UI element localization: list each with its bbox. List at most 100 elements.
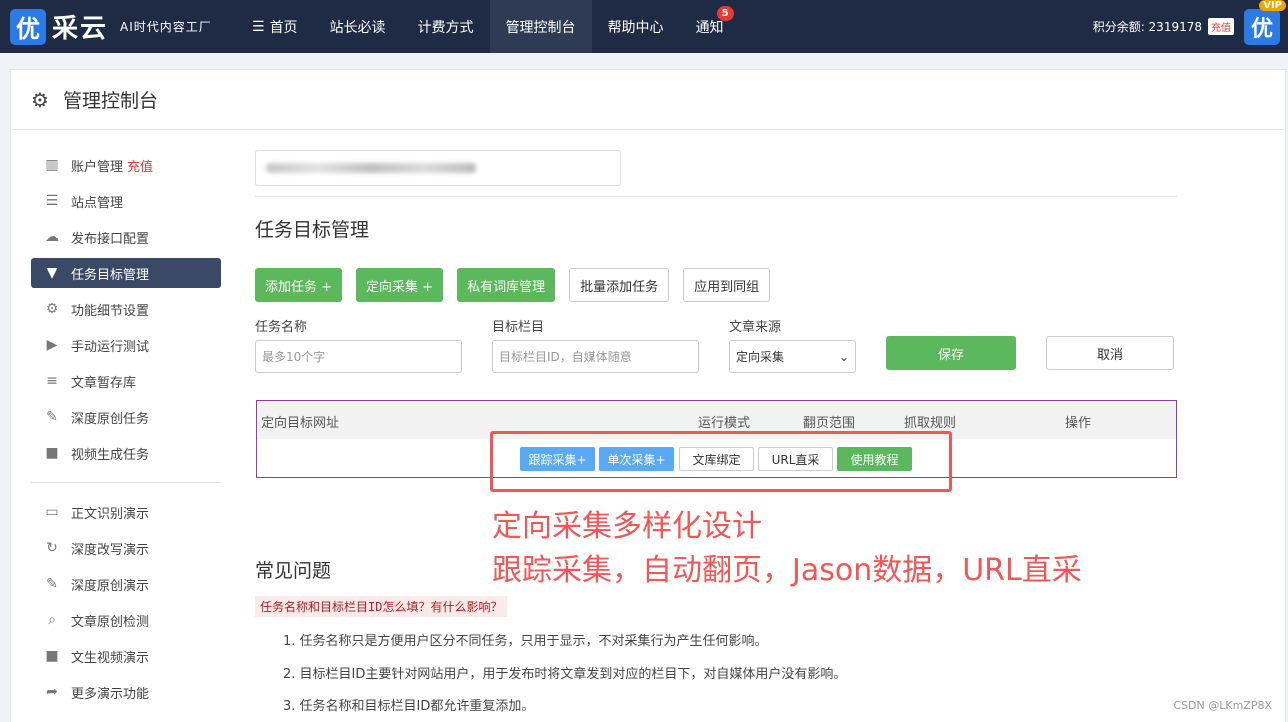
directed-collect-button[interactable]: 定向采集 + (356, 268, 444, 302)
sidebar-item-label: 文生视频演示 (71, 650, 150, 666)
col-header-actions: 操作 (1065, 416, 1092, 431)
sidebar-item-text-to-video-demo[interactable]: ■ 文生视频演示 (31, 641, 221, 671)
sidebar-divider (31, 482, 221, 483)
recharge-link[interactable]: 充值 (1208, 18, 1234, 35)
panel-header: ⚙ 管理控制台 (11, 70, 1285, 130)
sidebar-item-label: 深度原创任务 (71, 411, 150, 427)
sidebar-item-feature-settings[interactable]: ⚙ 功能细节设置 (31, 294, 221, 324)
cancel-button[interactable]: 取消 (1046, 336, 1174, 370)
server-icon: ☰ (45, 193, 59, 209)
monitor-icon: ▭ (45, 504, 59, 520)
main-panel: ⚙ 管理控制台 ▥ 账户管理 充值 ☰ 站点管理 ☁ 发布接口配置 ▼ 任务目标… (10, 69, 1286, 722)
nav-console-label: 管理控制台 (505, 19, 576, 36)
add-task-button[interactable]: 添加任务 + (255, 268, 343, 302)
nav-home-label: 首页 (269, 19, 298, 36)
play-icon: ▶ (46, 337, 58, 353)
nav-help[interactable]: 帮助中心 (592, 0, 680, 53)
gears-icon: ⚙ (45, 301, 59, 317)
apply-group-button[interactable]: 应用到同组 (683, 268, 771, 302)
annotation-highlight-box (490, 431, 952, 492)
sidebar: ▥ 账户管理 充值 ☰ 站点管理 ☁ 发布接口配置 ▼ 任务目标管理 ⚙ 功能细… (31, 150, 221, 713)
page-title: 管理控制台 (62, 90, 158, 112)
sidebar-item-label: 正文识别演示 (71, 506, 150, 522)
nav-must-read-label: 站长必读 (329, 19, 386, 36)
gear-icon: ⚙ (31, 87, 49, 112)
nav-home[interactable]: ☰ 首页 (236, 0, 314, 53)
chevron-down-icon: ⌄ (838, 349, 849, 364)
sidebar-item-label: 深度原创演示 (71, 578, 150, 594)
edit-icon: ✎ (46, 409, 58, 425)
watermark: CSDN @LKmZP8X (1173, 699, 1272, 712)
sidebar-item-label: 账户管理 (71, 159, 124, 175)
sidebar-item-label: 文章暂存库 (71, 375, 137, 391)
sidebar-item-publish-api[interactable]: ☁ 发布接口配置 (31, 222, 221, 252)
col-header-pages: 翻页范围 (803, 416, 856, 431)
source-select-value: 定向采集 (736, 350, 785, 364)
share-icon: ➦ (46, 684, 58, 700)
sidebar-item-label: 手动运行测试 (71, 339, 150, 355)
faq-answer-1: 1. 任务名称只是方便用户区分不同任务，只用于显示，不对采集行为产生任何影响。 (283, 634, 768, 649)
sidebar-item-manual-test[interactable]: ▶ 手动运行测试 (31, 330, 221, 360)
faq-title: 常见问题 (255, 560, 332, 582)
sidebar-item-video-task[interactable]: ■ 视频生成任务 (31, 438, 221, 468)
column-id-input[interactable]: 目标栏目ID，自媒体随意 (492, 340, 699, 373)
content-area: 任务目标管理 添加任务 + 定向采集 + 私有词库管理 批量添加任务 应用到同组… (255, 150, 1177, 478)
sidebar-item-text-detect-demo[interactable]: ▭ 正文识别演示 (31, 497, 221, 527)
sidebar-item-label: 深度改写演示 (71, 542, 150, 558)
nav-console[interactable]: 管理控制台 (489, 0, 592, 53)
logo[interactable]: 优 采云 AI时代内容工厂 (0, 0, 236, 53)
annotation-line-1: 定向采集多样化设计 (492, 509, 762, 544)
nav-must-read[interactable]: 站长必读 (314, 0, 402, 53)
batch-add-button[interactable]: 批量添加任务 (569, 268, 670, 302)
source-label: 文章来源 (729, 320, 782, 335)
source-group: 文章来源 定向采集 ⌄ (729, 316, 856, 373)
nav-pricing-label: 计费方式 (417, 19, 474, 36)
col-header-url: 定向目标网址 (261, 416, 340, 431)
save-button[interactable]: 保存 (886, 336, 1016, 370)
sidebar-item-original-task[interactable]: ✎ 深度原创任务 (31, 402, 221, 432)
sidebar-item-label: 功能细节设置 (71, 303, 150, 319)
nav-notice[interactable]: 通知 5 (680, 0, 740, 53)
video-icon: ■ (45, 445, 59, 461)
sidebar-item-account[interactable]: ▥ 账户管理 充值 (31, 150, 221, 180)
filter-icon: ▼ (46, 265, 58, 281)
menu-icon: ☰ (252, 18, 265, 35)
faq-answer-2: 2. 目标栏目ID主要针对网站用户，用于发布时将文章发到对应的栏目下，对自媒体用… (283, 667, 847, 682)
refresh-icon: ↻ (46, 540, 58, 556)
task-name-group: 任务名称 最多10个字 (255, 316, 462, 373)
sidebar-item-sites[interactable]: ☰ 站点管理 (31, 186, 221, 216)
logo-subtitle: AI时代内容工厂 (120, 20, 212, 34)
sidebar-item-originality-check[interactable]: ⌕ 文章原创检测 (31, 605, 221, 635)
nav-pricing[interactable]: 计费方式 (402, 0, 490, 53)
sidebar-item-label: 任务目标管理 (71, 267, 150, 283)
sidebar-item-task-targets[interactable]: ▼ 任务目标管理 (31, 258, 221, 288)
sidebar-item-original-demo[interactable]: ✎ 深度原创演示 (31, 569, 221, 599)
private-dict-button[interactable]: 私有词库管理 (457, 268, 556, 302)
video-icon: ■ (45, 648, 59, 664)
avatar[interactable]: 优 VIP (1244, 0, 1286, 45)
sidebar-item-rewrite-demo[interactable]: ↻ 深度改写演示 (31, 533, 221, 563)
sidebar-item-label: 站点管理 (71, 195, 124, 211)
section-title: 任务目标管理 (255, 219, 370, 241)
avatar-char: 优 (1250, 16, 1273, 42)
task-name-label: 任务名称 (255, 320, 308, 335)
content-divider (255, 196, 1177, 197)
faq-answer-3: 3. 任务名称和目标栏目ID都允许重复添加。 (283, 699, 535, 714)
sidebar-item-more-demos[interactable]: ➦ 更多演示功能 (31, 677, 221, 707)
task-form: 任务名称 最多10个字 目标栏目 目标栏目ID，自媒体随意 文章来源 定向采集 … (255, 316, 1177, 373)
cloud-upload-icon: ☁ (45, 229, 59, 245)
task-name-input[interactable]: 最多10个字 (255, 340, 462, 373)
source-select[interactable]: 定向采集 ⌄ (729, 340, 856, 373)
nav-help-label: 帮助中心 (607, 19, 664, 36)
sidebar-item-article-store[interactable]: ≡ 文章暂存库 (31, 366, 221, 396)
sidebar-item-label: 文章原创检测 (71, 614, 150, 630)
annotation-text: 定向采集多样化设计 跟踪采集，自动翻页，Jason数据，URL直采 (492, 505, 1082, 593)
database-icon: ≡ (46, 373, 58, 389)
column-group: 目标栏目 目标栏目ID，自媒体随意 (492, 316, 699, 373)
action-buttons: 添加任务 + 定向采集 + 私有词库管理 批量添加任务 应用到同组 (255, 268, 1177, 302)
col-header-mode: 运行模式 (698, 416, 751, 431)
site-selector[interactable] (255, 150, 621, 186)
recharge-link[interactable]: 充值 (127, 156, 153, 175)
logo-badge: 优 (10, 8, 46, 45)
search-icon: ⌕ (48, 612, 56, 628)
